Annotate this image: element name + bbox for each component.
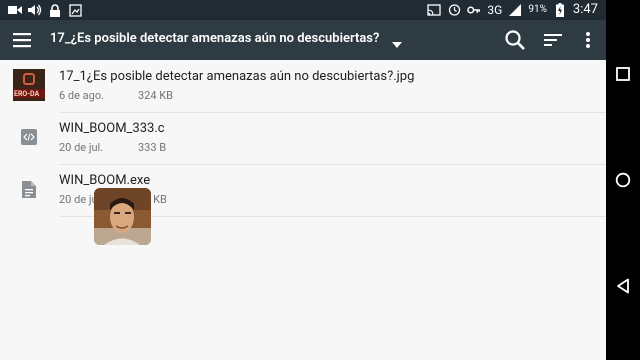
file-date: 20 de jul. xyxy=(59,141,104,154)
recent-apps-icon[interactable] xyxy=(613,64,633,84)
file-name: WIN_BOOM_333.c xyxy=(59,121,165,136)
menu-icon[interactable] xyxy=(10,28,34,52)
file-row[interactable]: ERO-DA 17_1¿Es posible detectar amenazas… xyxy=(0,60,606,112)
clock-time: 3:47 xyxy=(572,2,598,17)
volume-icon xyxy=(28,3,42,17)
battery-percent: 91% xyxy=(528,4,547,15)
status-bar: 3G 91% 3:47 xyxy=(0,0,606,20)
sort-icon[interactable] xyxy=(541,28,565,52)
file-list: ERO-DA 17_1¿Es posible detectar amenazas… xyxy=(0,60,606,360)
image-thumbnail: ERO-DA xyxy=(13,69,45,101)
more-options-icon[interactable] xyxy=(578,28,598,52)
signal-icon xyxy=(508,3,522,17)
navigation-bar xyxy=(606,0,640,360)
back-icon[interactable] xyxy=(613,276,633,296)
battery-charging-icon xyxy=(553,2,567,17)
file-row[interactable]: WIN_BOOM_333.c 20 de jul. 333 B xyxy=(0,112,606,164)
dropdown-arrow-icon[interactable] xyxy=(391,35,403,48)
alarm-icon xyxy=(447,3,461,17)
file-row[interactable]: WIN_BOOM.exe 20 de jul. 30 KB xyxy=(0,164,606,216)
code-file-icon xyxy=(13,121,45,153)
cast-icon xyxy=(427,3,442,17)
camera-overlay-bubble[interactable] xyxy=(94,188,151,245)
app-bar: 17_¿Es posible detectar amenazas aún no … xyxy=(0,20,606,60)
home-icon[interactable] xyxy=(613,170,633,190)
file-name: 17_1¿Es posible detectar amenazas aún no… xyxy=(59,69,415,84)
search-icon[interactable] xyxy=(503,28,527,52)
screenshot-icon xyxy=(68,3,82,17)
file-size: 333 B xyxy=(138,141,167,154)
document-icon xyxy=(13,173,45,205)
file-size: 324 KB xyxy=(138,89,174,102)
thumbnail-text: ERO-DA xyxy=(14,90,40,98)
file-name: WIN_BOOM.exe xyxy=(59,173,151,188)
folder-title[interactable]: 17_¿Es posible detectar amenazas aún no … xyxy=(50,31,379,46)
file-date: 6 de ago. xyxy=(59,89,105,102)
key-icon xyxy=(467,3,481,17)
lock-icon xyxy=(48,3,62,17)
network-type: 3G xyxy=(487,2,503,17)
video-camera-icon xyxy=(8,3,22,17)
